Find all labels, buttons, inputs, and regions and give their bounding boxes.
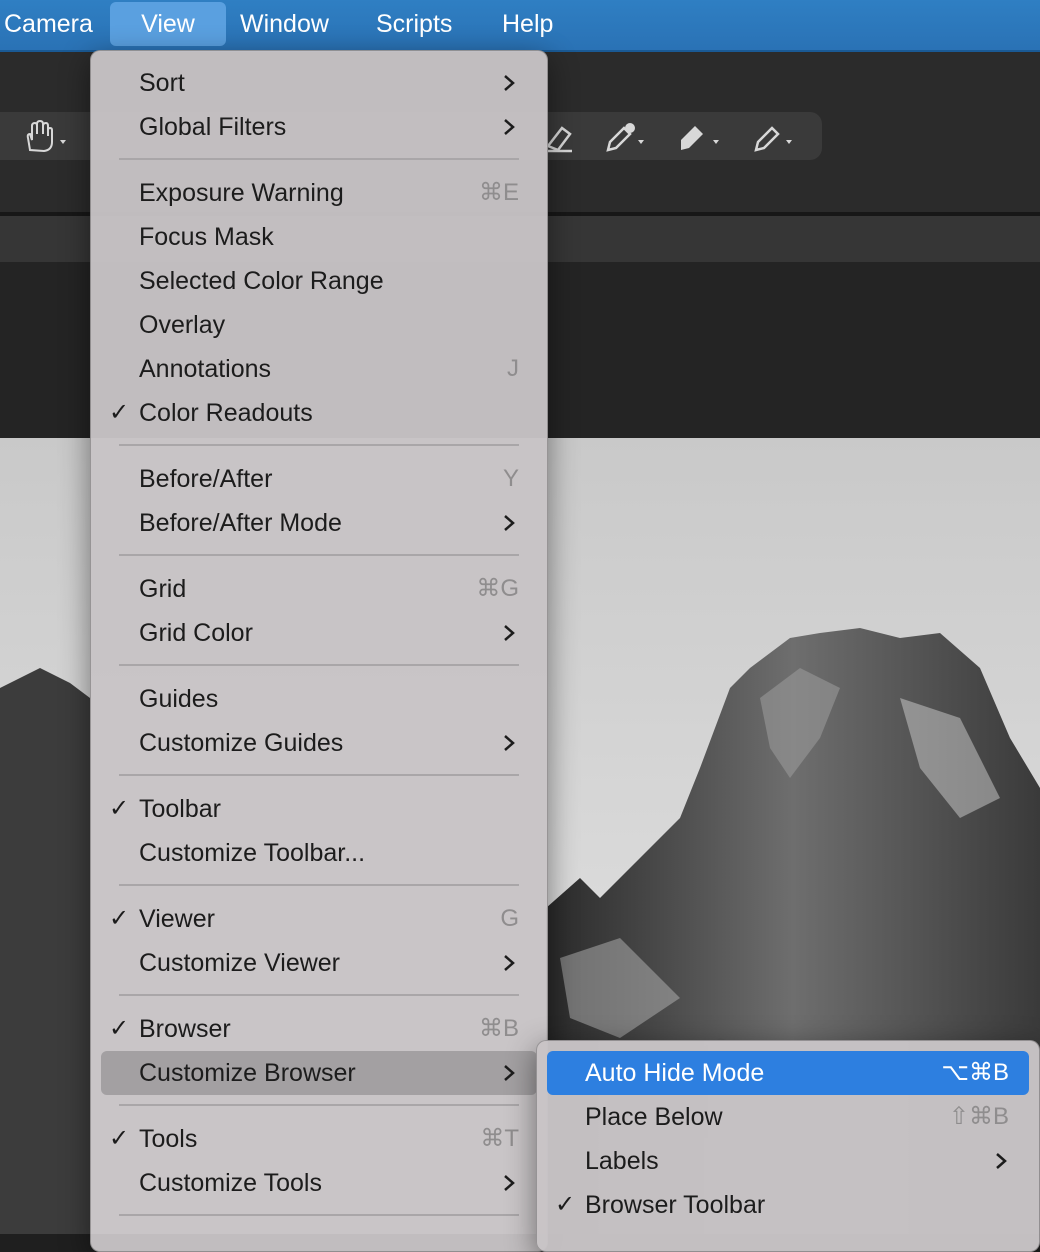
menu-item-customize-guides[interactable]: Customize Guides xyxy=(91,721,547,765)
menu-item-label: Before/After xyxy=(139,465,273,493)
chevron-right-icon xyxy=(504,119,515,135)
shortcut: G xyxy=(500,905,519,932)
chevron-right-icon xyxy=(504,515,515,531)
shortcut: ⌘T xyxy=(480,1125,519,1152)
chevron-right-icon xyxy=(504,75,515,91)
menu-item-label: Focus Mask xyxy=(139,223,274,251)
shortcut: ⌥⌘B xyxy=(941,1059,1009,1086)
submenu-item-browser-toolbar[interactable]: ✓ Browser Toolbar xyxy=(537,1183,1039,1227)
shortcut: ⌘G xyxy=(476,575,519,602)
menu-item-label: Labels xyxy=(585,1147,659,1175)
chevron-right-icon xyxy=(996,1153,1007,1169)
menu-scripts[interactable]: Scripts xyxy=(362,0,466,48)
menu-item-label: Viewer xyxy=(139,905,215,933)
menu-window[interactable]: Window xyxy=(226,0,343,48)
menu-item-customize-tools[interactable]: Customize Tools xyxy=(91,1161,547,1205)
menu-item-before-after-mode[interactable]: Before/After Mode xyxy=(91,501,547,545)
shortcut: ⇧⌘B xyxy=(948,1103,1009,1130)
menu-item-label: Overlay xyxy=(139,311,226,339)
menu-item-color-readouts[interactable]: ✓ Color Readouts xyxy=(91,391,547,435)
view-menu: Sort Global Filters Exposure Warning ⌘E … xyxy=(90,50,548,1252)
menu-item-before-after[interactable]: Before/After Y xyxy=(91,457,547,501)
menu-item-tools[interactable]: ✓ Tools ⌘T xyxy=(91,1117,547,1161)
chevron-right-icon xyxy=(504,735,515,751)
menu-item-label: Browser Toolbar xyxy=(585,1191,766,1219)
menu-item-focus-mask[interactable]: Focus Mask xyxy=(91,215,547,259)
menu-item-guides[interactable]: Guides xyxy=(91,677,547,721)
menu-item-label: Global Filters xyxy=(139,113,287,141)
menu-item-grid-color[interactable]: Grid Color xyxy=(91,611,547,655)
customize-browser-submenu: Auto Hide Mode ⌥⌘B Place Below ⇧⌘B Label… xyxy=(536,1040,1040,1252)
menu-item-label: Place Below xyxy=(585,1103,723,1131)
menu-item-label: Browser xyxy=(139,1015,231,1043)
menu-item-label: Customize Toolbar... xyxy=(139,839,366,867)
menu-item-customize-browser[interactable]: Customize Browser xyxy=(101,1051,537,1095)
menu-item-sort[interactable]: Sort xyxy=(91,61,547,105)
menu-separator xyxy=(119,158,519,160)
menu-item-label: Customize Viewer xyxy=(139,949,341,977)
menu-separator xyxy=(119,1214,519,1216)
menu-item-customize-viewer[interactable]: Customize Viewer xyxy=(91,941,547,985)
menu-item-label: Tools xyxy=(139,1125,198,1153)
chevron-right-icon xyxy=(504,955,515,971)
menu-item-label: Customize Browser xyxy=(139,1059,356,1087)
checkmark-icon: ✓ xyxy=(109,1015,130,1042)
shortcut: ⌘E xyxy=(478,179,519,206)
menu-item-label: Guides xyxy=(139,685,219,713)
menu-view[interactable]: View xyxy=(110,2,226,46)
shortcut: Y xyxy=(502,465,519,492)
checkmark-icon: ✓ xyxy=(109,905,130,932)
menu-item-label: Grid Color xyxy=(139,619,253,647)
menu-item-label: Before/After Mode xyxy=(139,509,342,537)
menu-separator xyxy=(119,774,519,776)
annotation-pen-tool-icon[interactable] xyxy=(750,120,810,154)
menu-separator xyxy=(119,884,519,886)
menu-item-label: Annotations xyxy=(139,355,272,383)
menu-separator xyxy=(119,994,519,996)
submenu-item-labels[interactable]: Labels xyxy=(537,1139,1039,1183)
checkmark-icon: ✓ xyxy=(555,1191,576,1218)
menu-item-browser[interactable]: ✓ Browser ⌘B xyxy=(91,1007,547,1051)
menu-item-annotations[interactable]: Annotations J xyxy=(91,347,547,391)
shortcut: J xyxy=(507,355,519,382)
menu-item-label: Customize Guides xyxy=(139,729,344,757)
menu-item-exposure-warning[interactable]: Exposure Warning ⌘E xyxy=(91,171,547,215)
checkmark-icon: ✓ xyxy=(109,1125,130,1152)
shortcut: ⌘B xyxy=(478,1015,519,1042)
stamp-tool-icon[interactable] xyxy=(675,120,735,154)
menu-item-label: Customize Tools xyxy=(139,1169,322,1197)
menu-item-global-filters[interactable]: Global Filters xyxy=(91,105,547,149)
checkmark-icon: ✓ xyxy=(109,399,130,426)
hand-tool-icon[interactable] xyxy=(20,119,80,154)
menu-separator xyxy=(119,664,519,666)
menu-item-label: Color Readouts xyxy=(139,399,313,427)
chevron-right-icon xyxy=(504,1175,515,1191)
menu-item-customize-toolbar[interactable]: Customize Toolbar... xyxy=(91,831,547,875)
menu-item-label: Auto Hide Mode xyxy=(585,1059,765,1087)
eraser-tool-icon[interactable] xyxy=(540,120,600,154)
checkmark-icon: ✓ xyxy=(109,795,130,822)
menu-help[interactable]: Help xyxy=(488,0,567,48)
menu-separator xyxy=(119,554,519,556)
menu-separator xyxy=(119,1104,519,1106)
menu-camera[interactable]: Camera xyxy=(0,0,107,48)
chevron-right-icon xyxy=(504,1065,515,1081)
submenu-item-place-below[interactable]: Place Below ⇧⌘B xyxy=(537,1095,1039,1139)
color-picker-tool-icon[interactable] xyxy=(600,120,660,154)
menu-item-selected-color-range[interactable]: Selected Color Range xyxy=(91,259,547,303)
menu-item-viewer[interactable]: ✓ Viewer G xyxy=(91,897,547,941)
chevron-right-icon xyxy=(504,625,515,641)
menu-item-grid[interactable]: Grid ⌘G xyxy=(91,567,547,611)
menu-item-label: Grid xyxy=(139,575,187,603)
menu-separator xyxy=(119,444,519,446)
menu-item-toolbar[interactable]: ✓ Toolbar xyxy=(91,787,547,831)
menu-item-overlay[interactable]: Overlay xyxy=(91,303,547,347)
menu-item-label: Selected Color Range xyxy=(139,267,384,295)
menu-item-label: Exposure Warning xyxy=(139,179,344,207)
submenu-item-auto-hide-mode[interactable]: Auto Hide Mode ⌥⌘B xyxy=(547,1051,1029,1095)
menu-item-label: Sort xyxy=(139,69,185,97)
menu-bar: Camera View Window Scripts Help xyxy=(0,0,1040,52)
menu-item-label: Toolbar xyxy=(139,795,221,823)
